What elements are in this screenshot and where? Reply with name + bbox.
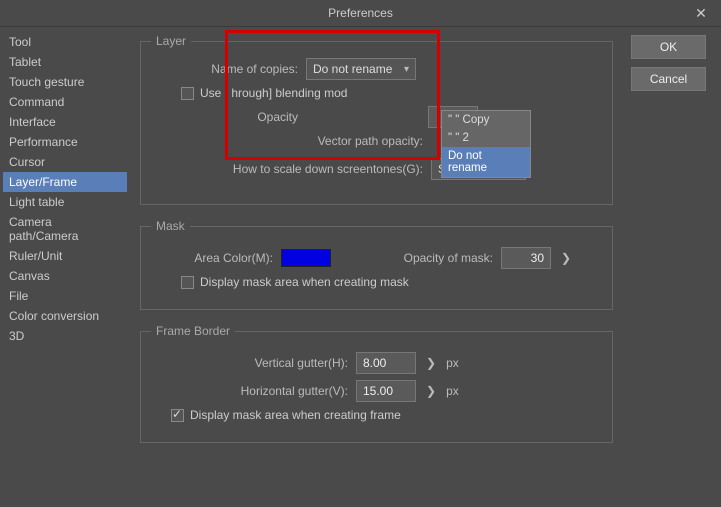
area-color-label: Area Color(M): bbox=[151, 251, 281, 265]
through-checkbox[interactable] bbox=[181, 87, 194, 100]
chevron-down-icon: ▾ bbox=[404, 64, 409, 75]
main-panel: OK Cancel Layer Name of copies: Do not r… bbox=[130, 27, 721, 507]
vgutter-input[interactable]: 8.00 bbox=[356, 352, 416, 374]
display-mask-checkbox[interactable] bbox=[181, 276, 194, 289]
sidebar-item-command[interactable]: Command bbox=[3, 92, 127, 112]
through-label: Use [ hrough] blending mod bbox=[200, 86, 347, 100]
display-mask-label: Display mask area when creating mask bbox=[200, 275, 409, 289]
cancel-button[interactable]: Cancel bbox=[631, 67, 706, 91]
name-of-copies-value: Do not rename bbox=[313, 62, 392, 76]
layer-legend: Layer bbox=[151, 34, 191, 48]
dropdown-option[interactable]: Do not rename bbox=[442, 147, 530, 177]
hgutter-label: Horizontal gutter(V): bbox=[151, 384, 356, 398]
mask-opacity-label: Opacity of mask: bbox=[351, 251, 501, 265]
frame-legend: Frame Border bbox=[151, 324, 235, 338]
sidebar-item-tablet[interactable]: Tablet bbox=[3, 52, 127, 72]
name-of-copies-select[interactable]: Do not rename ▾ bbox=[306, 58, 416, 80]
sidebar-item-file[interactable]: File bbox=[3, 286, 127, 306]
name-of-copies-label: Name of copies: bbox=[151, 62, 306, 76]
hgutter-more-icon[interactable]: ❯ bbox=[426, 384, 436, 398]
dropdown-option[interactable]: " " 2 bbox=[442, 129, 530, 147]
ok-button[interactable]: OK bbox=[631, 35, 706, 59]
sidebar-item-3d[interactable]: 3D bbox=[3, 326, 127, 346]
sidebar: ToolTabletTouch gestureCommandInterfaceP… bbox=[0, 27, 130, 507]
window-title: Preferences bbox=[328, 6, 393, 20]
sidebar-item-color-conversion[interactable]: Color conversion bbox=[3, 306, 127, 326]
sidebar-item-canvas[interactable]: Canvas bbox=[3, 266, 127, 286]
mask-group: Mask Area Color(M): Opacity of mask: 30 … bbox=[140, 219, 613, 310]
sidebar-item-cursor[interactable]: Cursor bbox=[3, 152, 127, 172]
sidebar-item-light-table[interactable]: Light table bbox=[3, 192, 127, 212]
layer-group: Layer Name of copies: Do not rename ▾ Us… bbox=[140, 34, 613, 205]
screentone-label: How to scale down screentones(G): bbox=[151, 162, 431, 176]
sidebar-item-camera-path-camera[interactable]: Camera path/Camera bbox=[3, 212, 127, 246]
mask-legend: Mask bbox=[151, 219, 190, 233]
sidebar-item-ruler-unit[interactable]: Ruler/Unit bbox=[3, 246, 127, 266]
titlebar: Preferences ✕ bbox=[0, 0, 721, 27]
close-icon[interactable]: ✕ bbox=[681, 0, 721, 27]
name-of-copies-dropdown[interactable]: " " Copy" " 2Do not rename bbox=[441, 110, 531, 178]
sidebar-item-layer-frame[interactable]: Layer/Frame bbox=[3, 172, 127, 192]
vgutter-label: Vertical gutter(H): bbox=[151, 356, 356, 370]
sidebar-item-tool[interactable]: Tool bbox=[3, 32, 127, 52]
vector-opacity-label: Vector path opacity: bbox=[151, 134, 431, 148]
mask-opacity-input[interactable]: 30 bbox=[501, 247, 551, 269]
opacity-label: Opacity bbox=[151, 110, 306, 124]
frame-group: Frame Border Vertical gutter(H): 8.00 ❯ … bbox=[140, 324, 613, 443]
sidebar-item-touch-gesture[interactable]: Touch gesture bbox=[3, 72, 127, 92]
sidebar-item-performance[interactable]: Performance bbox=[3, 132, 127, 152]
display-frame-label: Display mask area when creating frame bbox=[190, 408, 401, 422]
hgutter-unit: px bbox=[446, 384, 459, 398]
vgutter-more-icon[interactable]: ❯ bbox=[426, 356, 436, 370]
area-color-well[interactable] bbox=[281, 249, 331, 267]
dropdown-option[interactable]: " " Copy bbox=[442, 111, 530, 129]
hgutter-input[interactable]: 15.00 bbox=[356, 380, 416, 402]
display-frame-checkbox[interactable] bbox=[171, 409, 184, 422]
vgutter-unit: px bbox=[446, 356, 459, 370]
sidebar-item-interface[interactable]: Interface bbox=[3, 112, 127, 132]
mask-opacity-more-icon[interactable]: ❯ bbox=[561, 251, 571, 265]
